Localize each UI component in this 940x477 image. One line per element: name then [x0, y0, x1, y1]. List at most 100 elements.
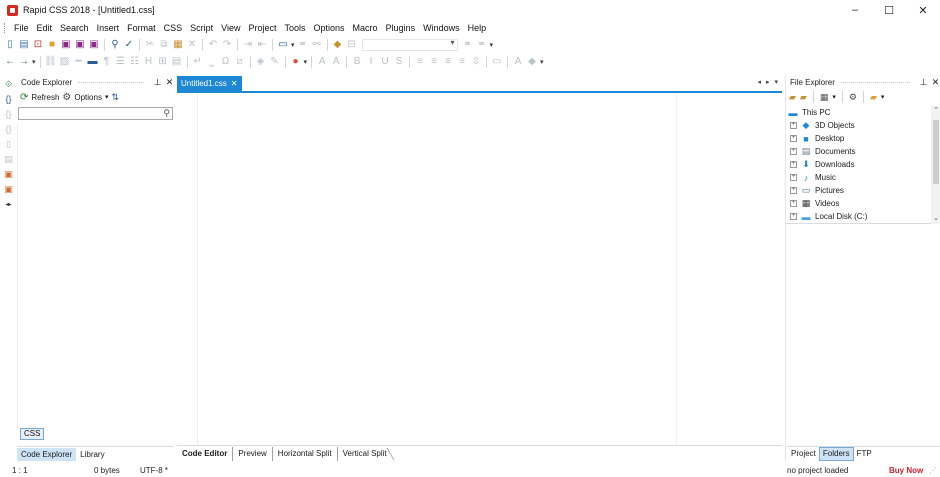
new-template-icon[interactable]: ▤ [18, 39, 30, 51]
tree-root[interactable]: ▬ This PC [786, 106, 940, 119]
menu-macro[interactable]: Macro [349, 20, 382, 36]
menu-plugins[interactable]: Plugins [382, 20, 420, 36]
numbered-list-icon[interactable]: ☷ [129, 56, 141, 68]
align-center-icon[interactable]: ≡ [428, 56, 440, 68]
align-right-icon[interactable]: ≡ [442, 56, 454, 68]
cut-icon[interactable]: ✂ [144, 39, 156, 51]
delete-icon[interactable]: ✕ [186, 39, 198, 51]
form-icon[interactable]: ▤ [171, 56, 183, 68]
chevron-down-icon[interactable]: ▾ [881, 93, 885, 101]
grid-icon[interactable]: ▤ [3, 153, 15, 165]
panel-grip[interactable] [78, 82, 144, 83]
tab-ftp[interactable]: FTP [854, 448, 875, 460]
toolbar-overflow-icon[interactable]: ▾ [490, 41, 494, 49]
refresh-button[interactable]: Refresh [31, 93, 59, 102]
expand-icon[interactable]: + [790, 200, 797, 207]
table-icon[interactable]: ⊞ [157, 56, 169, 68]
folder-up-icon[interactable]: ▰ [789, 92, 796, 103]
tab-list-icon[interactable]: ▾ [774, 78, 778, 86]
space-icon[interactable]: ⎵ [206, 56, 218, 68]
copy-icon[interactable]: ⧉ [158, 39, 170, 51]
view-icon[interactable]: ▭ [277, 39, 289, 51]
tab-library[interactable]: Library [76, 448, 108, 461]
expand-icon[interactable]: + [790, 122, 797, 129]
heading-icon[interactable]: H [143, 56, 155, 68]
expand-icon[interactable]: + [790, 135, 797, 142]
save-icon[interactable]: ▣ [60, 39, 72, 51]
close-panel-icon[interactable]: ✕ [165, 77, 174, 88]
tree-item[interactable]: + ▬ Local Disk (C:) [786, 210, 940, 223]
refresh-icon[interactable]: ⟳ [20, 92, 28, 103]
expand-icon[interactable]: + [790, 213, 797, 220]
menu-search[interactable]: Search [56, 20, 93, 36]
italic-icon[interactable]: I [365, 56, 377, 68]
tree-item[interactable]: + ⬇ Downloads [786, 158, 940, 171]
underline-icon[interactable]: U [379, 56, 391, 68]
menu-project[interactable]: Project [244, 20, 280, 36]
toolbar-overflow-icon[interactable]: ▾ [32, 58, 36, 66]
tab-code-editor[interactable]: Code Editor [177, 447, 232, 461]
code-explorer-list[interactable] [17, 123, 174, 429]
encoding[interactable]: UTF-8 * [140, 466, 168, 475]
tab-prev-icon[interactable]: ◂ [757, 78, 761, 86]
comment-icon[interactable]: ▬ [87, 56, 99, 68]
tab-vertical-split[interactable]: Vertical Split [336, 446, 392, 461]
new-folder-icon[interactable]: ▰ [800, 92, 807, 103]
indent-icon[interactable]: ⇥ [242, 39, 254, 51]
find-icon[interactable]: ⚲ [109, 39, 121, 51]
resize-grip[interactable]: ⋰ [929, 466, 937, 475]
save-as-icon[interactable]: ▣ [88, 39, 100, 51]
tab-code-explorer[interactable]: Code Explorer [17, 447, 77, 461]
paragraph-icon[interactable]: ¶ [101, 56, 113, 68]
menu-edit[interactable]: Edit [33, 20, 57, 36]
redo-icon[interactable]: ↷ [221, 39, 233, 51]
new-file-icon[interactable]: ▯ [4, 39, 16, 51]
tree-item[interactable]: + ▦ Videos [786, 197, 940, 210]
tree-item[interactable]: + ◆ 3D Objects [786, 119, 940, 132]
undo-icon[interactable]: ↶ [207, 39, 219, 51]
find-replace-icon[interactable]: ⚯ [311, 39, 323, 51]
tab-next-icon[interactable]: ▸ [766, 78, 770, 86]
link-icon[interactable]: ⛓ [44, 56, 57, 68]
braces-icon[interactable]: {} [3, 93, 15, 105]
list-icon[interactable]: ☰ [115, 56, 127, 68]
font-larger-icon[interactable]: A [316, 56, 328, 68]
toolbar-overflow-icon[interactable]: ▾ [291, 41, 295, 49]
outdent-icon[interactable]: ⇤ [256, 39, 268, 51]
paste-icon[interactable]: ▦ [172, 39, 184, 51]
scroll-up-icon[interactable]: ⌃ [931, 106, 940, 116]
save-all-icon[interactable]: ▣ [74, 39, 86, 51]
tree-item[interactable]: + ■ Desktop [786, 132, 940, 145]
find-prev-icon[interactable]: ⚭ [476, 39, 488, 51]
toolbar-overflow-icon[interactable]: ▾ [304, 58, 308, 66]
expand-icon[interactable]: + [790, 187, 797, 194]
menu-format[interactable]: Format [123, 20, 160, 36]
box-icon[interactable]: ▭ [491, 56, 503, 68]
menu-windows[interactable]: Windows [419, 20, 464, 36]
code-editor[interactable] [177, 93, 782, 445]
html-icon[interactable]: ▣ [3, 168, 15, 180]
braces-dim-icon[interactable]: {} [3, 108, 15, 120]
line-break-icon[interactable]: ↵ [192, 56, 204, 68]
pin-icon[interactable]: ⊥ [153, 77, 162, 88]
close-tab-icon[interactable]: ✕ [231, 79, 238, 88]
document-tab[interactable]: Untitled1.css ✕ [177, 76, 242, 91]
menu-css[interactable]: CSS [160, 20, 187, 36]
close-button[interactable]: ✕ [906, 0, 940, 20]
braces-dim-icon[interactable]: {} [3, 123, 15, 135]
pdf-icon[interactable]: ⊡ [32, 39, 44, 51]
find-next-icon[interactable]: ⚭ [462, 39, 474, 51]
search-icon[interactable]: ⚲ [163, 108, 170, 119]
menu-view[interactable]: View [217, 20, 244, 36]
menu-file[interactable]: File [10, 20, 33, 36]
page-icon[interactable]: ▯ [3, 138, 15, 150]
tree-item[interactable]: + ▭ Pictures [786, 184, 940, 197]
menu-options[interactable]: Options [310, 20, 349, 36]
code-explorer-search[interactable]: ⚲ [18, 107, 173, 120]
file-tree[interactable]: ▬ This PC + ◆ 3D Objects + ■ Desktop + ▤… [786, 106, 940, 224]
tag-icon[interactable]: ◈ [255, 56, 267, 68]
justify-icon[interactable]: ≡ [456, 56, 468, 68]
special-char-icon[interactable]: Ω [220, 56, 232, 68]
image-icon[interactable]: ▨ [59, 56, 71, 68]
options-button[interactable]: Options [74, 93, 102, 102]
